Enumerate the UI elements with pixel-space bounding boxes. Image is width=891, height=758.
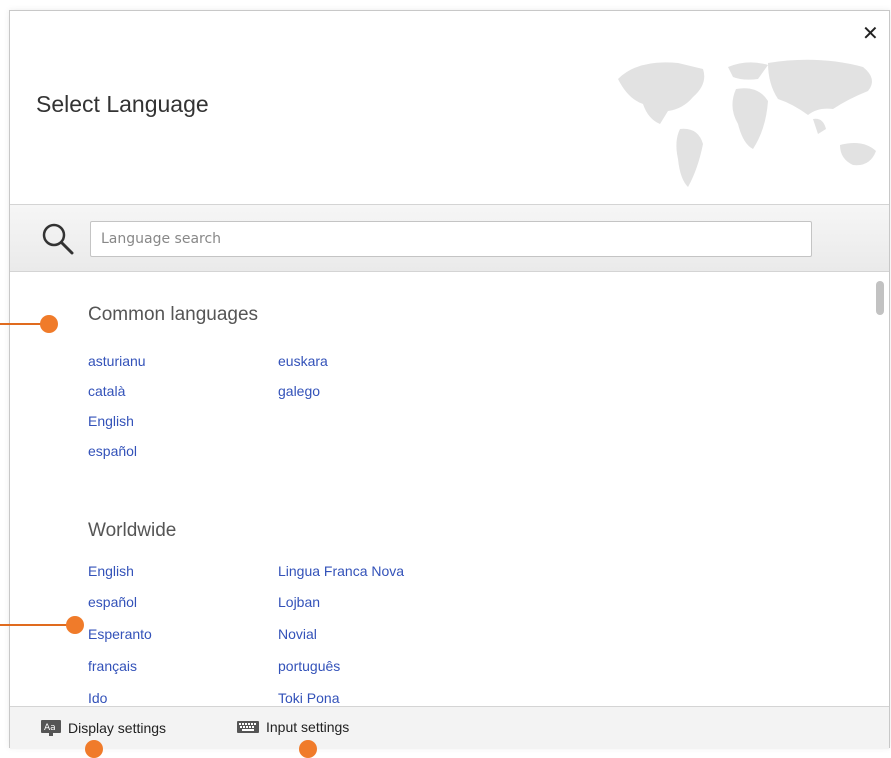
callout-dot xyxy=(40,315,58,333)
language-link[interactable]: español xyxy=(88,594,137,610)
world-map-icon xyxy=(618,59,876,187)
dialog-title: Select Language xyxy=(36,91,209,117)
language-link[interactable]: Lojban xyxy=(278,594,320,610)
dialog-footer: Aa Display settings Input settings xyxy=(10,706,889,749)
display-settings-icon: Aa xyxy=(41,720,61,736)
language-link[interactable]: Novial xyxy=(278,626,317,642)
language-link[interactable]: català xyxy=(88,383,125,399)
section-title-worldwide: Worldwide xyxy=(88,520,177,541)
callout-dot xyxy=(85,740,103,758)
display-settings-button[interactable]: Aa Display settings xyxy=(40,719,166,737)
scrollbar-thumb[interactable] xyxy=(876,281,884,315)
language-link[interactable]: français xyxy=(88,658,137,674)
close-icon[interactable]: ✕ xyxy=(862,21,879,46)
language-link[interactable]: Ido xyxy=(88,690,107,706)
svg-text:Aa: Aa xyxy=(44,723,56,733)
language-link[interactable]: English xyxy=(88,413,134,429)
language-search-input[interactable] xyxy=(90,221,812,257)
language-link[interactable]: asturianu xyxy=(88,353,146,369)
language-link[interactable]: euskara xyxy=(278,353,328,369)
input-settings-label: Input settings xyxy=(266,719,350,735)
language-link[interactable]: Esperanto xyxy=(88,626,152,642)
language-dialog: Select Language ✕ Common languages astur… xyxy=(9,10,890,749)
input-settings-button[interactable]: Input settings xyxy=(236,719,349,735)
language-list: Common languages asturianu català Englis… xyxy=(10,272,889,706)
language-link[interactable]: español xyxy=(88,443,137,459)
search-bar xyxy=(10,204,889,272)
dialog-header: Select Language ✕ xyxy=(10,11,889,204)
language-link[interactable]: English xyxy=(88,563,134,579)
language-link[interactable]: Lingua Franca Nova xyxy=(278,563,404,579)
callout-dot xyxy=(66,616,84,634)
display-settings-label: Display settings xyxy=(68,720,167,736)
section-title-common: Common languages xyxy=(88,304,259,325)
language-link[interactable]: português xyxy=(278,658,340,674)
language-link[interactable]: Toki Pona xyxy=(278,690,339,706)
callout-line xyxy=(0,624,72,626)
callout-dot xyxy=(299,740,317,758)
keyboard-icon xyxy=(237,721,259,733)
language-link[interactable]: galego xyxy=(278,383,320,399)
search-icon xyxy=(42,223,74,255)
